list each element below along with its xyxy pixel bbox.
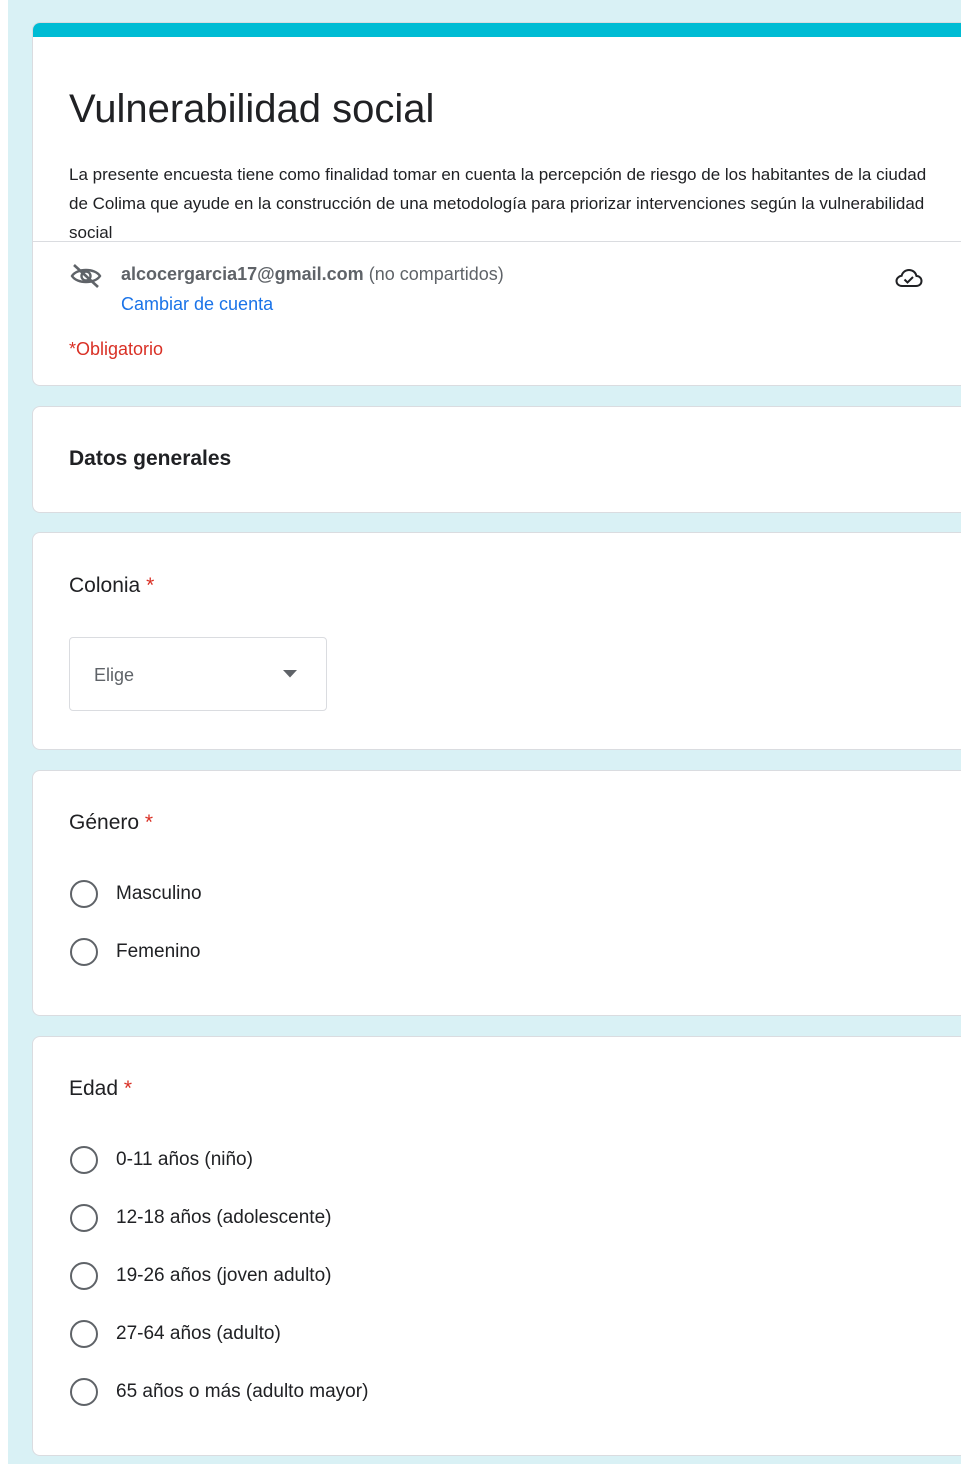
section-header-card: Datos generales: [32, 406, 961, 513]
dropdown-arrow-icon: [283, 670, 297, 678]
option-label: Masculino: [116, 883, 202, 904]
required-asterisk: *: [144, 811, 154, 834]
question-title-genero: Género *: [69, 809, 153, 837]
option-label: 27-64 años (adulto): [116, 1323, 281, 1344]
option-label: 12-18 años (adolescente): [116, 1207, 332, 1228]
radio-circle-icon[interactable]: [69, 1261, 99, 1291]
radio-circle-icon[interactable]: [69, 1203, 99, 1233]
radio-circle-icon[interactable]: [69, 937, 99, 967]
option-label: Femenino: [116, 941, 201, 962]
account-share-note: (no compartidos): [368, 264, 504, 284]
question-card-edad: Edad * 0-11 años (niño) 12-18 años (adol…: [32, 1036, 961, 1456]
section-title: Datos generales: [69, 447, 232, 470]
option-label: 19-26 años (joven adulto): [116, 1265, 332, 1286]
dropdown-placeholder: Elige: [94, 665, 135, 685]
radio-circle-icon[interactable]: [69, 1377, 99, 1407]
question-card-colonia: Colonia * Elige: [32, 532, 961, 750]
switch-account-link[interactable]: Cambiar de cuenta: [121, 291, 273, 317]
question-title-text: Edad: [69, 1077, 119, 1100]
question-title-colonia: Colonia *: [69, 572, 154, 600]
required-asterisk: *: [123, 1077, 133, 1100]
question-title-text: Colonia: [69, 574, 141, 597]
question-card-genero: Género * Masculino Femenino: [32, 770, 961, 1016]
radio-option-edad-19-26[interactable]: 19-26 años (joven adulto): [69, 1261, 669, 1291]
accent-bar: [33, 23, 961, 37]
form-description: La presente encuesta tiene como finalida…: [69, 165, 927, 242]
radio-option-masculino[interactable]: Masculino: [69, 879, 669, 909]
colonia-dropdown[interactable]: Elige: [69, 637, 327, 711]
page-top-background: [8, 0, 961, 12]
required-note: *Obligatorio: [69, 339, 164, 359]
account-email: alcocergarcia17@gmail.com: [121, 264, 364, 284]
radio-circle-icon[interactable]: [69, 1145, 99, 1175]
form-header-card: Vulnerabilidad social La presente encues…: [32, 22, 961, 386]
required-asterisk: *: [146, 574, 155, 597]
eye-off-icon: [70, 264, 102, 288]
form-title: Vulnerabilidad social: [69, 87, 435, 131]
radio-option-edad-27-64[interactable]: 27-64 años (adulto): [69, 1319, 669, 1349]
page-edge: [0, 0, 8, 1464]
option-label: 65 años o más (adulto mayor): [116, 1381, 369, 1402]
option-label: 0-11 años (niño): [116, 1149, 253, 1170]
header-divider: [33, 241, 961, 242]
question-title-edad: Edad *: [69, 1075, 132, 1103]
radio-option-femenino[interactable]: Femenino: [69, 937, 669, 967]
radio-circle-icon[interactable]: [69, 879, 99, 909]
question-title-text: Género: [69, 811, 140, 834]
radio-circle-icon[interactable]: [69, 1319, 99, 1349]
radio-option-edad-12-18[interactable]: 12-18 años (adolescente): [69, 1203, 669, 1233]
radio-option-edad-65-plus[interactable]: 65 años o más (adulto mayor): [69, 1377, 669, 1407]
radio-option-edad-0-11[interactable]: 0-11 años (niño): [69, 1145, 669, 1175]
account-line: alcocergarcia17@gmail.com (no compartido…: [121, 261, 504, 287]
cloud-check-icon: [895, 268, 923, 287]
